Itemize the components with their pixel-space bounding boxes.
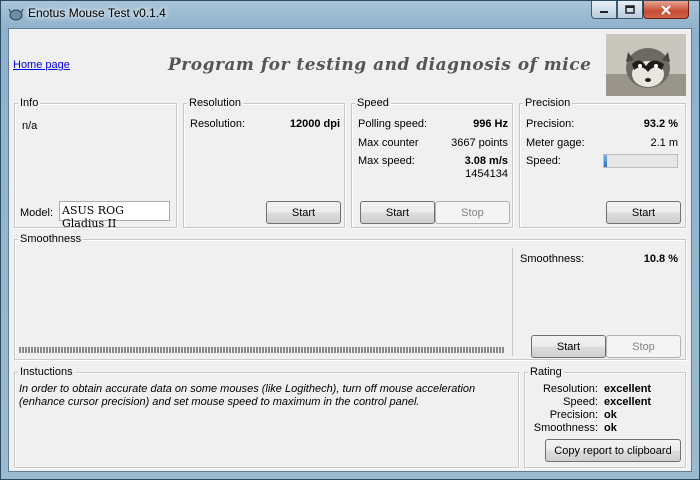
precision-speed-label: Speed: xyxy=(526,155,561,167)
close-button[interactable] xyxy=(643,1,689,19)
meter-gage-value: 2.1 m xyxy=(650,137,678,149)
instructions-group-title: Instuctions xyxy=(18,366,75,378)
info-status: n/a xyxy=(22,120,38,132)
polling-speed-label: Polling speed: xyxy=(358,118,428,130)
smoothness-graph xyxy=(16,248,513,356)
minimize-icon xyxy=(600,10,608,13)
precision-speed-bar xyxy=(603,154,678,168)
rating-precision-label: Precision: xyxy=(549,409,598,421)
rating-precision-value: ok xyxy=(604,409,617,421)
smoothness-label: Smoothness: xyxy=(520,253,585,265)
speed-stop-button[interactable]: Stop xyxy=(435,201,510,224)
speed-start-button[interactable]: Start xyxy=(360,201,435,224)
maximize-icon xyxy=(625,5,635,14)
rating-group-title: Rating xyxy=(528,366,564,378)
close-icon xyxy=(661,4,671,15)
rating-speed-label: Speed: xyxy=(563,396,598,408)
precision-group-title: Precision xyxy=(523,97,573,109)
max-speed-counter: 1454134 xyxy=(465,168,508,180)
smoothness-ticks xyxy=(19,347,504,353)
precision-label: Precision: xyxy=(526,118,575,130)
precision-start-button[interactable]: Start xyxy=(606,201,681,224)
mouse-app-icon xyxy=(8,8,24,21)
max-counter-value: 3667 points xyxy=(451,137,508,149)
resolution-start-button[interactable]: Start xyxy=(266,201,341,224)
meter-gage-label: Meter gage: xyxy=(526,137,585,149)
resolution-label: Resolution: xyxy=(190,118,246,130)
window-title: Enotus Mouse Test v0.1.4 xyxy=(28,6,166,20)
rating-resolution-value: excellent xyxy=(604,383,652,395)
rating-resolution-label: Resolution: xyxy=(542,383,598,395)
precision-value: 93.2 % xyxy=(643,118,678,130)
max-speed-value: 3.08 m/s xyxy=(464,155,508,167)
model-label: Model: xyxy=(20,207,54,219)
resolution-group-title: Resolution xyxy=(187,97,243,109)
resolution-value: 12000 dpi xyxy=(289,118,340,130)
max-speed-label: Max speed: xyxy=(358,155,415,167)
smoothness-start-button[interactable]: Start xyxy=(531,335,606,358)
page-title: Program for testing and diagnosis of mic… xyxy=(168,55,592,75)
smoothness-stop-button[interactable]: Stop xyxy=(606,335,681,358)
polling-speed-value: 996 Hz xyxy=(473,118,508,130)
rating-speed-value: excellent xyxy=(604,396,652,408)
instructions-text: In order to obtain accurate data on some… xyxy=(19,383,476,408)
rating-smoothness-label: Smoothness: xyxy=(533,422,598,434)
model-input[interactable]: ASUS ROG Gladius II xyxy=(59,201,170,230)
copy-report-button[interactable]: Copy report to clipboard xyxy=(545,439,681,462)
smoothness-value: 10.8 % xyxy=(643,253,678,265)
maximize-button[interactable] xyxy=(617,1,643,19)
title-bar[interactable]: Enotus Mouse Test v0.1.4 xyxy=(0,0,700,28)
rating-smoothness-value: ok xyxy=(604,422,617,434)
info-group-title: Info xyxy=(18,97,41,109)
precision-speed-bar-fill xyxy=(604,155,607,167)
speed-group-title: Speed xyxy=(355,97,391,109)
raccoon-logo xyxy=(606,34,686,96)
minimize-button[interactable] xyxy=(591,1,617,19)
home-page-link[interactable]: Home page xyxy=(13,59,70,71)
smoothness-group-title: Smoothness xyxy=(18,233,84,245)
max-counter-label: Max counter xyxy=(358,137,419,149)
